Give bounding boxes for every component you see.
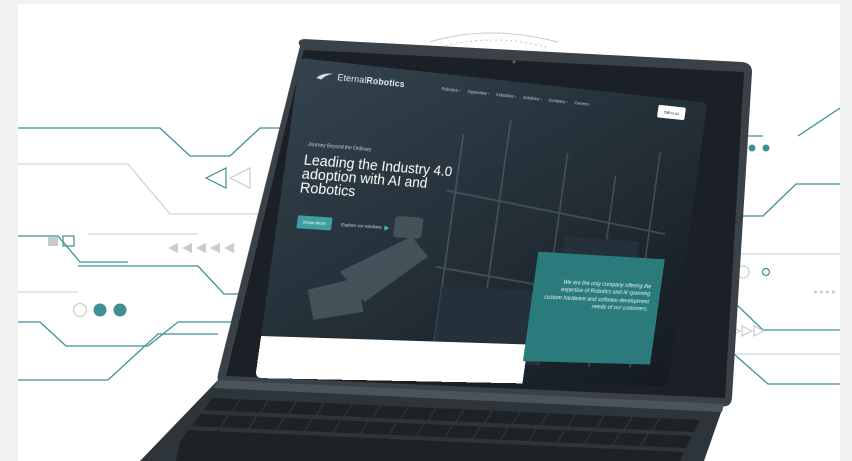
nav-item-hyperview[interactable]: Hyperview › bbox=[467, 89, 489, 96]
logo-swoosh-icon bbox=[315, 70, 334, 82]
laptop: Eternal Robotics Robotics › Hyperview › I… bbox=[0, 0, 852, 461]
info-card-text: We are the only company offering the exp… bbox=[541, 278, 652, 314]
nav-item-robotics[interactable]: Robotics › bbox=[442, 86, 461, 93]
logo-bold-text: Robotics bbox=[366, 75, 406, 89]
nav-item-careers[interactable]: Careers › bbox=[574, 100, 591, 106]
website-screen: Eternal Robotics Robotics › Hyperview › I… bbox=[255, 58, 707, 386]
content-section bbox=[255, 336, 528, 386]
explore-solutions-label: Explore our solutions bbox=[341, 222, 382, 229]
nav-links: Robotics › Hyperview › Industries › Solu… bbox=[442, 86, 591, 106]
nav-item-company[interactable]: Company › bbox=[548, 98, 568, 105]
site-logo[interactable]: Eternal Robotics bbox=[315, 70, 405, 89]
play-arrow-icon: ▶ bbox=[384, 223, 390, 231]
logo-prefix: Eternal bbox=[337, 72, 367, 85]
explore-solutions-link[interactable]: Explore our solutions ▶ bbox=[341, 221, 390, 232]
nav-item-solutions[interactable]: Solutions › bbox=[523, 95, 542, 102]
talk-to-us-button[interactable]: Talk to us bbox=[657, 105, 686, 120]
know-more-button[interactable]: Know More bbox=[296, 215, 332, 230]
info-card: We are the only company offering the exp… bbox=[523, 252, 665, 365]
nav-item-industries[interactable]: Industries › bbox=[496, 92, 516, 99]
